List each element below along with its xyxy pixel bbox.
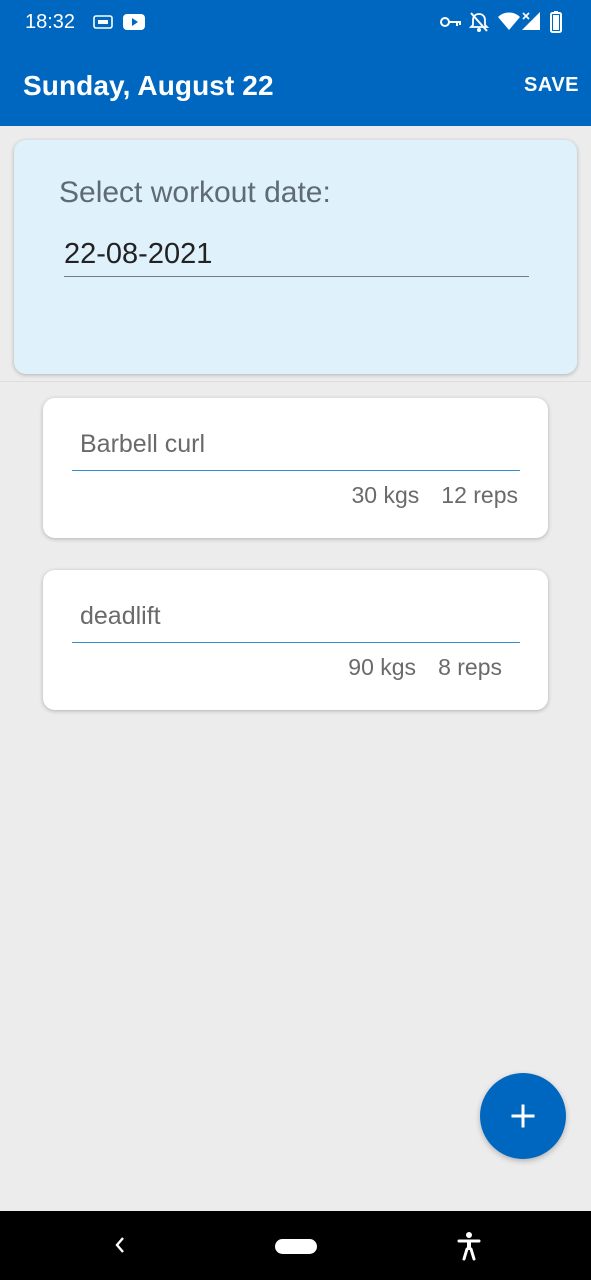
exercise-meta: 90 kgs 8 reps	[348, 654, 502, 681]
plus-icon	[511, 1104, 535, 1128]
exercise-name-field[interactable]: Barbell curl	[72, 428, 520, 471]
vpn-key-icon	[440, 15, 462, 34]
exercise-name: deadlift	[80, 602, 161, 630]
exercise-name-field[interactable]: deadlift	[72, 600, 520, 643]
youtube-icon	[123, 13, 145, 36]
page-title: Sunday, August 22	[23, 70, 274, 101]
exercise-weight: 90 kgs	[348, 654, 417, 680]
workout-date-card: Select workout date: 22-08-2021	[14, 140, 577, 374]
status-time: 18:32	[25, 11, 76, 33]
date-label: Select workout date:	[59, 176, 331, 209]
notifications-off-icon	[468, 11, 490, 38]
exercise-name: Barbell curl	[80, 430, 206, 458]
wifi-icon	[497, 11, 521, 36]
exercise-reps: 8 reps	[438, 654, 502, 680]
exercise-reps: 12 reps	[441, 482, 518, 508]
exercise-card[interactable]: Barbell curl 30 kgs 12 reps	[43, 398, 548, 538]
home-pill-icon[interactable]	[275, 1239, 317, 1254]
exercise-card[interactable]: deadlift 90 kgs 8 reps	[43, 570, 548, 710]
section-divider	[0, 381, 591, 382]
save-button[interactable]: SAVE	[524, 74, 579, 97]
add-exercise-button[interactable]	[480, 1073, 566, 1159]
accessibility-icon[interactable]	[456, 1231, 482, 1266]
exercise-meta: 30 kgs 12 reps	[352, 482, 518, 509]
system-nav-bar	[0, 1211, 591, 1280]
battery-icon	[550, 11, 562, 38]
back-icon[interactable]	[112, 1235, 128, 1260]
date-field[interactable]: 22-08-2021	[64, 238, 529, 277]
app-bar: Sunday, August 22 SAVE	[0, 46, 591, 126]
signal-icon	[520, 10, 542, 37]
exercise-weight: 30 kgs	[351, 482, 420, 508]
date-value: 22-08-2021	[64, 238, 213, 270]
status-bar: 18:32	[0, 0, 591, 46]
cast-icon	[93, 14, 113, 35]
screen: 18:32 Sunday, August 22 SAVE Select work…	[0, 0, 591, 1280]
